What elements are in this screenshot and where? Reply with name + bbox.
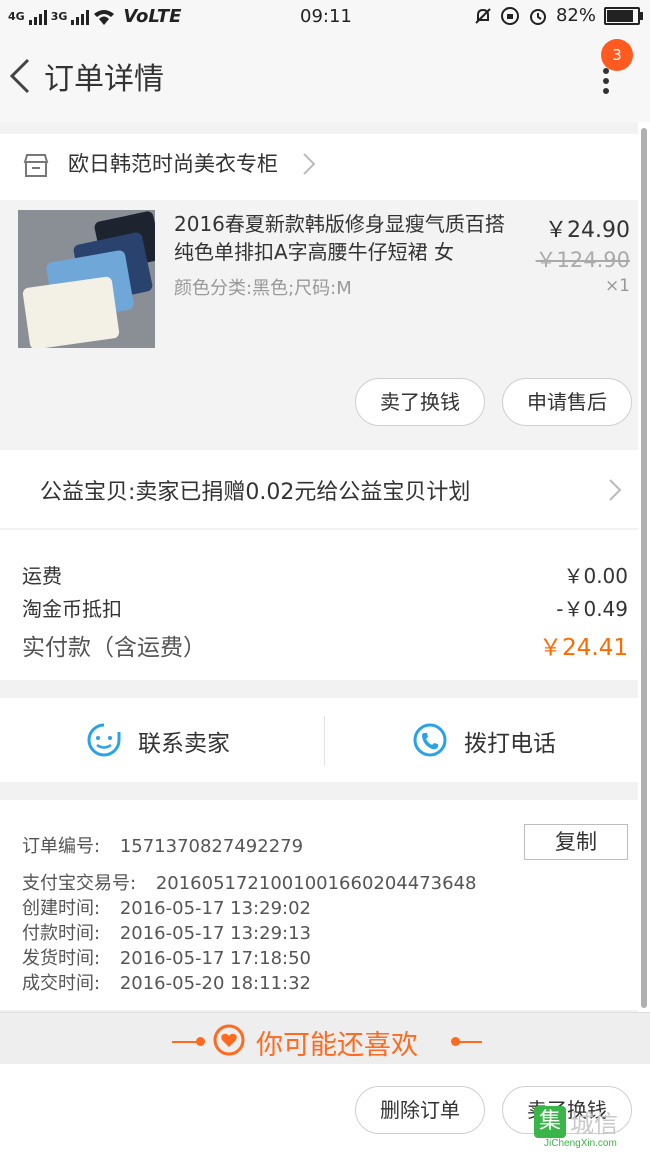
product-image[interactable] <box>18 210 155 348</box>
original-price: ￥124.90 <box>535 248 630 272</box>
contact-seller-button[interactable]: 联系卖家 <box>0 698 318 782</box>
fee-summary: 运费 ￥0.00 淘金币抵扣 -￥0.49 实付款（含运费） ￥24.41 <box>0 530 638 680</box>
decor-line-right <box>456 1041 482 1043</box>
total-label: 实付款（含运费） <box>22 635 206 661</box>
contact-seller-label: 联系卖家 <box>138 731 230 757</box>
signal-icon <box>28 9 47 25</box>
scrollbar-thumb[interactable] <box>641 128 647 1008</box>
scrollbar[interactable] <box>638 122 650 1022</box>
call-label: 拨打电话 <box>464 731 556 757</box>
decor-line-left <box>172 1041 198 1043</box>
total-row: 实付款（含运费） ￥24.41 <box>22 628 628 662</box>
signal2-icon <box>71 9 90 25</box>
product-price: ￥24.90 <box>545 218 630 243</box>
created-label: 创建时间: <box>22 898 101 919</box>
shipped-value: 2016-05-17 17:18:50 <box>119 948 311 969</box>
coin-value: -￥0.49 <box>556 597 628 621</box>
paid-value: 2016-05-17 13:29:13 <box>119 923 311 944</box>
heart-icon <box>213 1024 245 1056</box>
after-sale-button[interactable]: 申请售后 <box>502 378 632 426</box>
order-number-label: 订单编号: <box>22 836 101 857</box>
order-number-value: 1571370827492279 <box>119 836 304 857</box>
alipay-label: 支付宝交易号: <box>22 873 137 894</box>
battery-icon <box>604 6 643 25</box>
shipped-row: 发货时间: 2016-05-17 17:18:50 <box>22 944 311 970</box>
recommend-header: 你可能还喜欢 <box>0 1012 650 1065</box>
phone-icon <box>413 723 447 757</box>
status-icons: 82% <box>474 5 643 26</box>
paid-row: 付款时间: 2016-05-17 13:29:13 <box>22 919 311 945</box>
watermark-main: 城信 <box>570 1110 618 1138</box>
chevron-right-icon <box>609 479 622 501</box>
charity-text: 公益宝贝:卖家已捐赠0.02元给公益宝贝计划 <box>40 480 471 505</box>
shipping-value: ￥0.00 <box>563 564 628 588</box>
network1-label: 4G <box>8 10 25 23</box>
watermark-logo: 集 城信 JiChengXin.com <box>534 1104 650 1150</box>
contact-bar: 联系卖家 拨打电话 <box>0 698 638 782</box>
battery-percent: 82% <box>555 5 596 26</box>
shipping-label: 运费 <box>22 564 62 588</box>
sell-button[interactable]: 卖了换钱 <box>355 378 485 426</box>
chevron-right-icon <box>303 153 316 175</box>
back-arrow-icon[interactable] <box>6 56 34 96</box>
closed-label: 成交时间: <box>22 973 101 994</box>
network2-label: 3G <box>50 10 68 23</box>
closed-value: 2016-05-20 18:11:32 <box>119 973 311 994</box>
network-indicators: 4G 3G VoLTE <box>8 6 181 27</box>
mute-bell-icon <box>475 7 491 24</box>
shop-row[interactable]: 欧日韩范时尚美衣专柜 <box>0 134 638 200</box>
contact-divider <box>324 716 325 766</box>
order-item[interactable]: 2016春夏新款韩版修身显瘦气质百搭纯色单排扣A字高腰牛仔短裙 女 颜色分类:黑… <box>0 200 638 448</box>
call-button[interactable]: 拨打电话 <box>326 698 644 782</box>
nav-header: 订单详情 3 <box>0 34 650 122</box>
page-title: 订单详情 <box>44 62 164 97</box>
charity-row[interactable]: 公益宝贝:卖家已捐赠0.02元给公益宝贝计划 <box>0 450 638 528</box>
status-bar: 4G 3G VoLTE 09:11 82% <box>0 0 650 34</box>
alarm-icon <box>529 8 546 25</box>
delete-order-button[interactable]: 删除订单 <box>355 1086 485 1134</box>
closed-row: 成交时间: 2016-05-20 18:11:32 <box>22 969 311 995</box>
shipped-label: 发货时间: <box>22 948 101 969</box>
clock: 09:11 <box>300 6 352 27</box>
watermark-icon: 集 <box>534 1106 566 1138</box>
rotation-lock-icon <box>500 6 519 25</box>
created-value: 2016-05-17 13:29:02 <box>119 898 311 919</box>
total-value: ￥24.41 <box>539 635 628 661</box>
alipay-row: 支付宝交易号: 2016051721001001660204473648 <box>22 869 476 895</box>
product-title[interactable]: 2016春夏新款韩版修身显瘦气质百搭纯色单排扣A字高腰牛仔短裙 女 <box>174 210 514 266</box>
product-spec: 颜色分类:黑色;尺码:M <box>174 278 352 299</box>
order-number-row: 订单编号: 1571370827492279 <box>22 832 303 858</box>
store-icon <box>23 154 49 177</box>
coin-label: 淘金币抵扣 <box>22 597 122 621</box>
alipay-value: 2016051721001001660204473648 <box>155 873 477 894</box>
order-info: 订单编号: 1571370827492279 复制 支付宝交易号: 201605… <box>0 800 638 1010</box>
paid-label: 付款时间: <box>22 923 101 944</box>
product-quantity: ×1 <box>604 276 630 296</box>
wifi-icon <box>94 9 115 25</box>
decor-dot-left <box>196 1037 205 1046</box>
volte-label: VoLTE <box>123 6 182 27</box>
created-row: 创建时间: 2016-05-17 13:29:02 <box>22 894 311 920</box>
coin-row: 淘金币抵扣 -￥0.49 <box>22 593 628 622</box>
chat-face-icon <box>87 723 121 757</box>
copy-button[interactable]: 复制 <box>524 824 628 860</box>
recommend-title: 你可能还喜欢 <box>256 1030 418 1061</box>
shipping-row: 运费 ￥0.00 <box>22 560 628 589</box>
watermark-sub: JiChengXin.com <box>544 1138 617 1149</box>
notification-badge: 3 <box>601 39 633 71</box>
shop-name[interactable]: 欧日韩范时尚美衣专柜 <box>68 148 278 178</box>
